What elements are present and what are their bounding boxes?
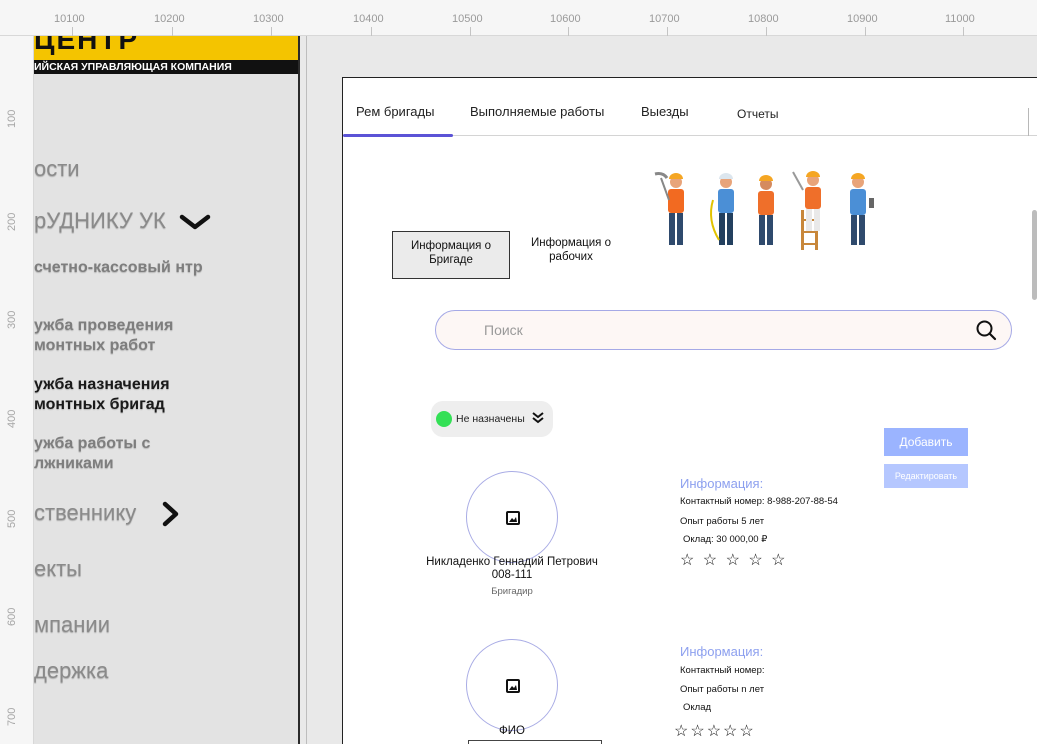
avatar[interactable]: [466, 471, 558, 563]
image-placeholder-icon: [506, 679, 520, 693]
ruler-tick: 600: [6, 607, 18, 626]
logo-subtitle: ИЙСКАЯ УПРАВЛЯЮЩАЯ КОМПАНИЯ: [34, 60, 298, 74]
design-canvas: 10100 10200 10300 10400 10500 10600 1070…: [0, 0, 1037, 744]
sidebar-subitem-brigades[interactable]: ужба назначения монтных бригад: [34, 375, 224, 415]
salary: Оклад: [683, 702, 712, 713]
scrollbar-thumb[interactable]: [1032, 210, 1037, 300]
brigades-page: Рем бригады Выполняемые работы Выезды От…: [342, 77, 1037, 744]
sidebar-item-employee[interactable]: рУДНИКУ УК: [34, 208, 212, 234]
tab-bar-edge: [1028, 108, 1029, 136]
sidebar-subitem-cash[interactable]: счетно-кассовый нтр: [34, 258, 214, 278]
member-role: Бригадир: [491, 586, 533, 597]
ruler-left: 100 200 300 400 500 600 700: [0, 36, 34, 744]
ruler-tick: 200: [6, 212, 18, 231]
ruler-tick: 11000: [945, 13, 975, 25]
brigade-info-button[interactable]: Информация о Бригаде: [392, 231, 510, 279]
logo: ЦЕНТР: [34, 36, 298, 60]
tab-reports[interactable]: Отчеты: [737, 107, 778, 121]
name-field[interactable]: [468, 740, 602, 744]
status-filter-dropdown[interactable]: Не назначены: [431, 401, 553, 437]
info-title: Информация:: [680, 644, 764, 659]
workers-illustration: [654, 171, 874, 250]
chevron-right-icon: [163, 501, 179, 527]
experience: Опыт работы n лет: [680, 684, 765, 695]
contact-phone: Контактный номер:: [680, 665, 765, 676]
ruler-tick: 10600: [550, 13, 581, 25]
edit-button[interactable]: Редактировать: [884, 464, 968, 488]
experience: Опыт работы 5 лет: [680, 516, 765, 527]
ruler-tick: 10800: [748, 13, 779, 25]
sidebar-item-support[interactable]: держка: [34, 658, 108, 684]
avatar[interactable]: [466, 639, 558, 731]
salary: Оклад: 30 000,00 ₽: [683, 534, 768, 545]
tab-works[interactable]: Выполняемые работы: [470, 104, 604, 119]
sidebar-item-news[interactable]: ости: [34, 156, 80, 182]
ruler-tick: 300: [6, 310, 18, 329]
chevron-down-icon: [179, 214, 211, 230]
active-tab-indicator: [343, 134, 453, 137]
ruler-tick: 700: [6, 707, 18, 726]
status-dot: [436, 411, 452, 427]
sidebar-item-owner[interactable]: ственнику: [34, 500, 182, 527]
sidebar-subitem-debtors[interactable]: ужба работы с лжниками: [34, 434, 224, 474]
contact-phone: Контактный номер: 8-988-207-88-54: [680, 496, 838, 507]
status-filter-label: Не назначены: [456, 413, 525, 425]
sidebar-item-label: рУДНИКУ УК: [34, 208, 166, 233]
ruler-tick: 10500: [452, 13, 483, 25]
ruler-tick: 10700: [649, 13, 680, 25]
sidebar-item-about[interactable]: мпании: [34, 612, 110, 638]
tab-brigades[interactable]: Рем бригады: [356, 104, 434, 119]
member-code: 008-111: [491, 569, 533, 581]
ruler-tick: 400: [6, 409, 18, 428]
ruler-tick: 100: [6, 109, 18, 128]
member-name: ФИО: [499, 725, 525, 737]
ruler-top: 10100 10200 10300 10400 10500 10600 1070…: [0, 0, 1037, 36]
ruler-tick: 10900: [847, 13, 878, 25]
double-chevron-down-icon: [532, 412, 544, 424]
rating-stars[interactable]: ☆ ☆ ☆ ☆ ☆: [680, 550, 788, 570]
sidebar-item-label: ственнику: [34, 500, 137, 525]
search-input[interactable]: [484, 320, 954, 340]
search-icon[interactable]: [975, 319, 997, 341]
logo-glyphs: ЦЕНТР: [34, 36, 140, 55]
info-title: Информация:: [680, 476, 764, 491]
sidebar-frame: ЦЕНТР ИЙСКАЯ УПРАВЛЯЮЩАЯ КОМПАНИЯ ости р…: [34, 36, 298, 744]
image-placeholder-icon: [506, 511, 520, 525]
tab-trips[interactable]: Выезды: [641, 104, 689, 119]
add-button[interactable]: Добавить: [884, 428, 968, 456]
ruler-tick: 500: [6, 509, 18, 528]
ruler-tick: 10400: [353, 13, 384, 25]
ruler-tick: 10200: [154, 13, 185, 25]
frame-divider: [298, 36, 300, 744]
ruler-tick: 10300: [253, 13, 284, 25]
ruler-tick: 10100: [54, 13, 85, 25]
workers-info-button[interactable]: Информация о рабочих: [521, 236, 621, 276]
sidebar-item-objects[interactable]: екты: [34, 556, 82, 582]
frame-divider: [306, 36, 307, 744]
search-bar: [435, 310, 1012, 350]
rating-stars[interactable]: ☆☆☆☆☆: [674, 721, 756, 741]
sidebar-subitem-repair[interactable]: ужба проведения монтных работ: [34, 316, 224, 356]
member-name: Никладенко Геннадий Петрович: [426, 556, 598, 568]
tab-bar: Рем бригады Выполняемые работы Выезды От…: [343, 78, 1037, 137]
